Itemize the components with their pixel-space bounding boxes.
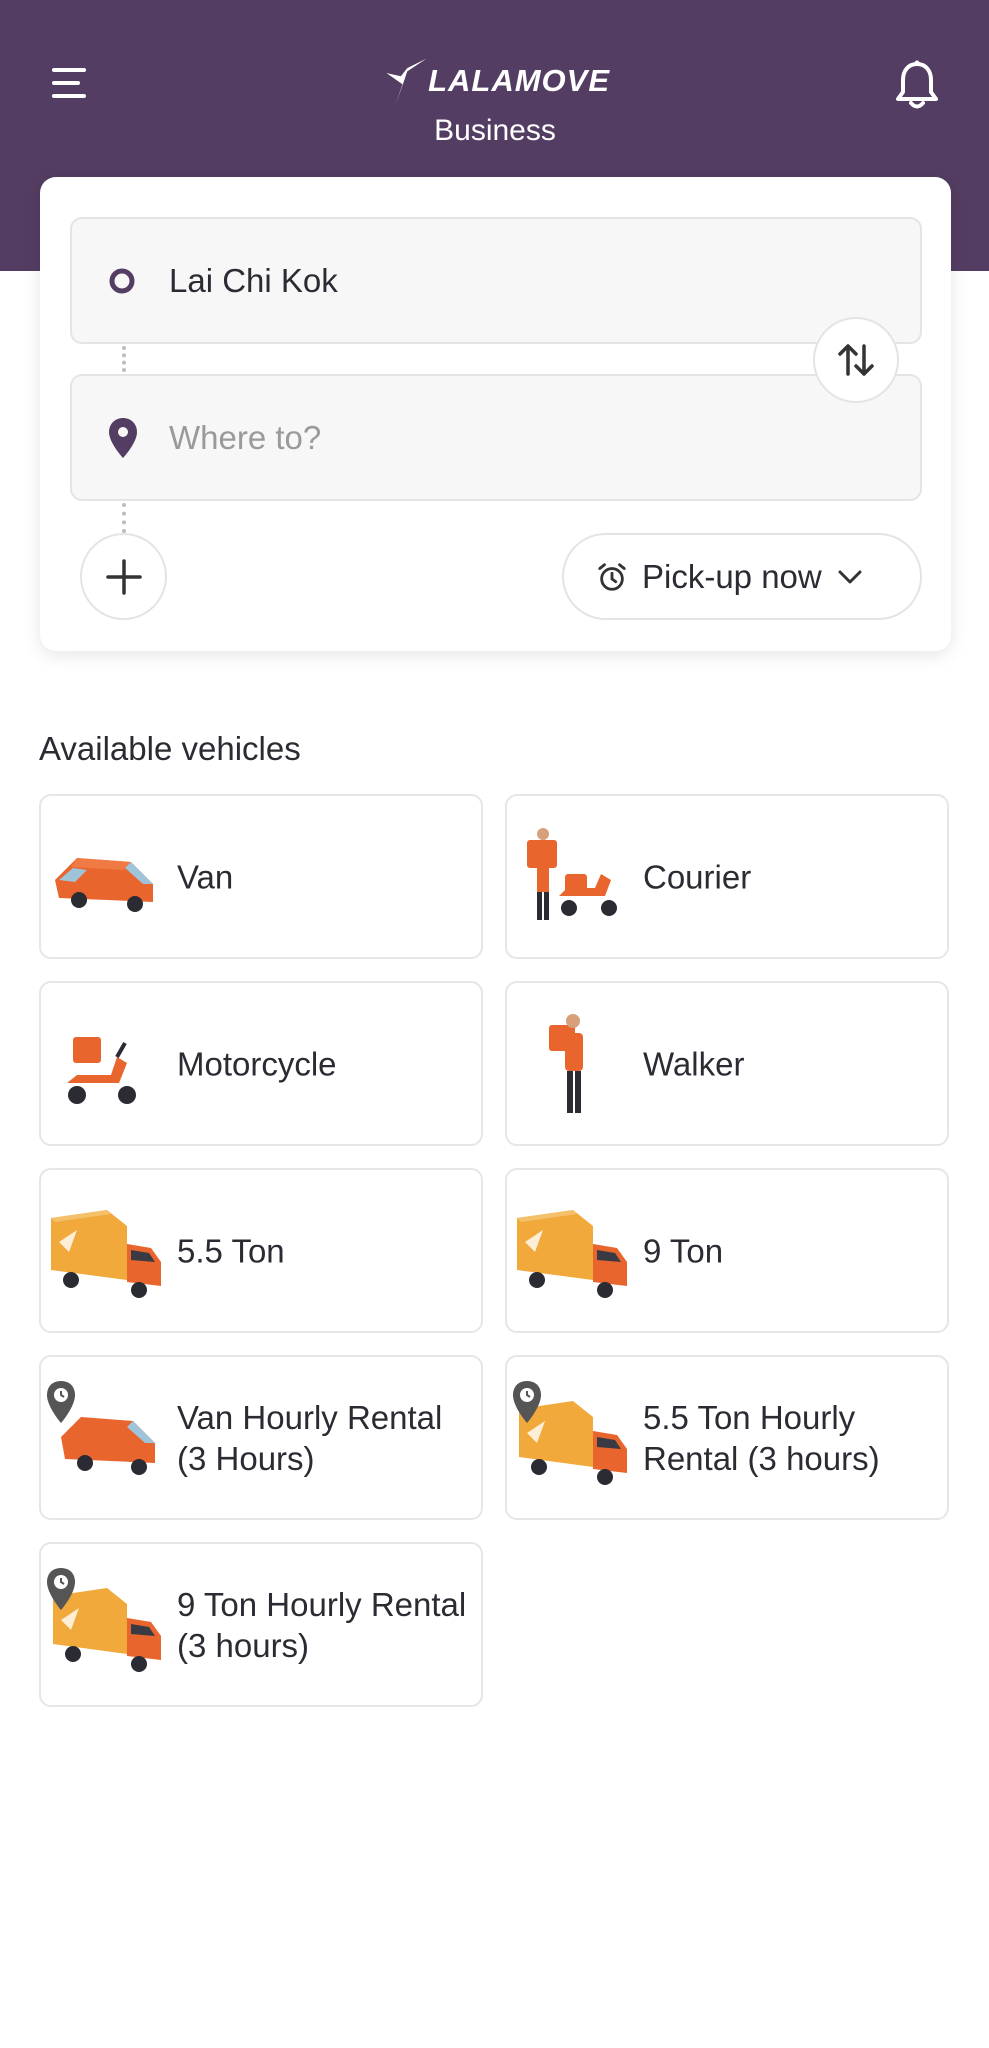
alarm-clock-icon (598, 562, 626, 591)
vehicle-option-courier[interactable]: Courier (505, 794, 949, 959)
van-hourly-icon (47, 1381, 155, 1475)
walker-icon (549, 1014, 583, 1113)
dropoff-location-field[interactable]: Where to? (70, 374, 922, 501)
truck-icon (517, 1210, 627, 1298)
vehicle-option-5-5-ton-hourly[interactable]: 5.5 Ton Hourly Rental (3 hours) (505, 1355, 949, 1520)
pickup-location-value: Lai Chi Kok (169, 261, 338, 299)
vehicle-label: 5.5 Ton Hourly Rental (3 hours) (643, 1398, 880, 1477)
swap-arrows-icon[interactable] (813, 317, 899, 403)
van-icon (55, 858, 153, 912)
vehicle-label: Van (177, 858, 234, 895)
vehicle-label: Walker (643, 1045, 745, 1082)
vehicle-option-9-ton-hourly[interactable]: 9 Ton Hourly Rental (3 hours) (39, 1542, 483, 1707)
route-connector (122, 503, 126, 533)
pickup-circle-icon (109, 268, 135, 293)
vehicle-option-van[interactable]: Van (39, 794, 483, 959)
available-vehicles-title: Available vehicles (39, 730, 301, 767)
location-pin-icon (109, 417, 137, 458)
brand-name: LALAMOVE (428, 63, 610, 98)
pickup-location-field[interactable]: Lai Chi Kok (70, 217, 922, 344)
bell-icon[interactable] (894, 60, 940, 110)
truck-hourly-icon (47, 1568, 161, 1672)
pickup-time-label: Pick-up now (642, 557, 822, 595)
lalamove-bird-icon (386, 58, 427, 104)
vehicle-option-walker[interactable]: Walker (505, 981, 949, 1146)
pickup-time-selector[interactable]: Pick-up now (562, 533, 922, 620)
courier-scooter-icon (527, 828, 617, 920)
truck-hourly-icon (513, 1381, 627, 1485)
route-connector (122, 346, 126, 372)
vehicle-label: 9 Ton (643, 1232, 724, 1269)
vehicle-label: Motorcycle (177, 1045, 337, 1082)
dropoff-placeholder: Where to? (169, 418, 322, 456)
vehicle-label: Van Hourly Rental (3 Hours) (177, 1398, 443, 1477)
plus-icon (105, 558, 142, 595)
chevron-down-icon (838, 570, 862, 583)
truck-icon (51, 1210, 161, 1298)
add-stop-button[interactable] (80, 533, 167, 620)
brand-subtitle: Business (434, 114, 556, 147)
vehicle-label: 5.5 Ton (177, 1232, 285, 1269)
vehicle-option-motorcycle[interactable]: Motorcycle (39, 981, 483, 1146)
route-card: Lai Chi Kok Where to? Pick-up now (40, 177, 951, 651)
vehicle-label: 9 Ton Hourly Rental (3 hours) (177, 1585, 467, 1664)
vehicle-option-van-hourly[interactable]: Van Hourly Rental (3 Hours) (39, 1355, 483, 1520)
vehicle-option-5-5-ton[interactable]: 5.5 Ton (39, 1168, 483, 1333)
brand-logo: LALAMOVE Business (380, 52, 610, 152)
hamburger-menu-icon[interactable] (52, 66, 90, 100)
vehicle-label: Courier (643, 858, 752, 895)
motorcycle-icon (67, 1037, 136, 1104)
vehicle-option-9-ton[interactable]: 9 Ton (505, 1168, 949, 1333)
